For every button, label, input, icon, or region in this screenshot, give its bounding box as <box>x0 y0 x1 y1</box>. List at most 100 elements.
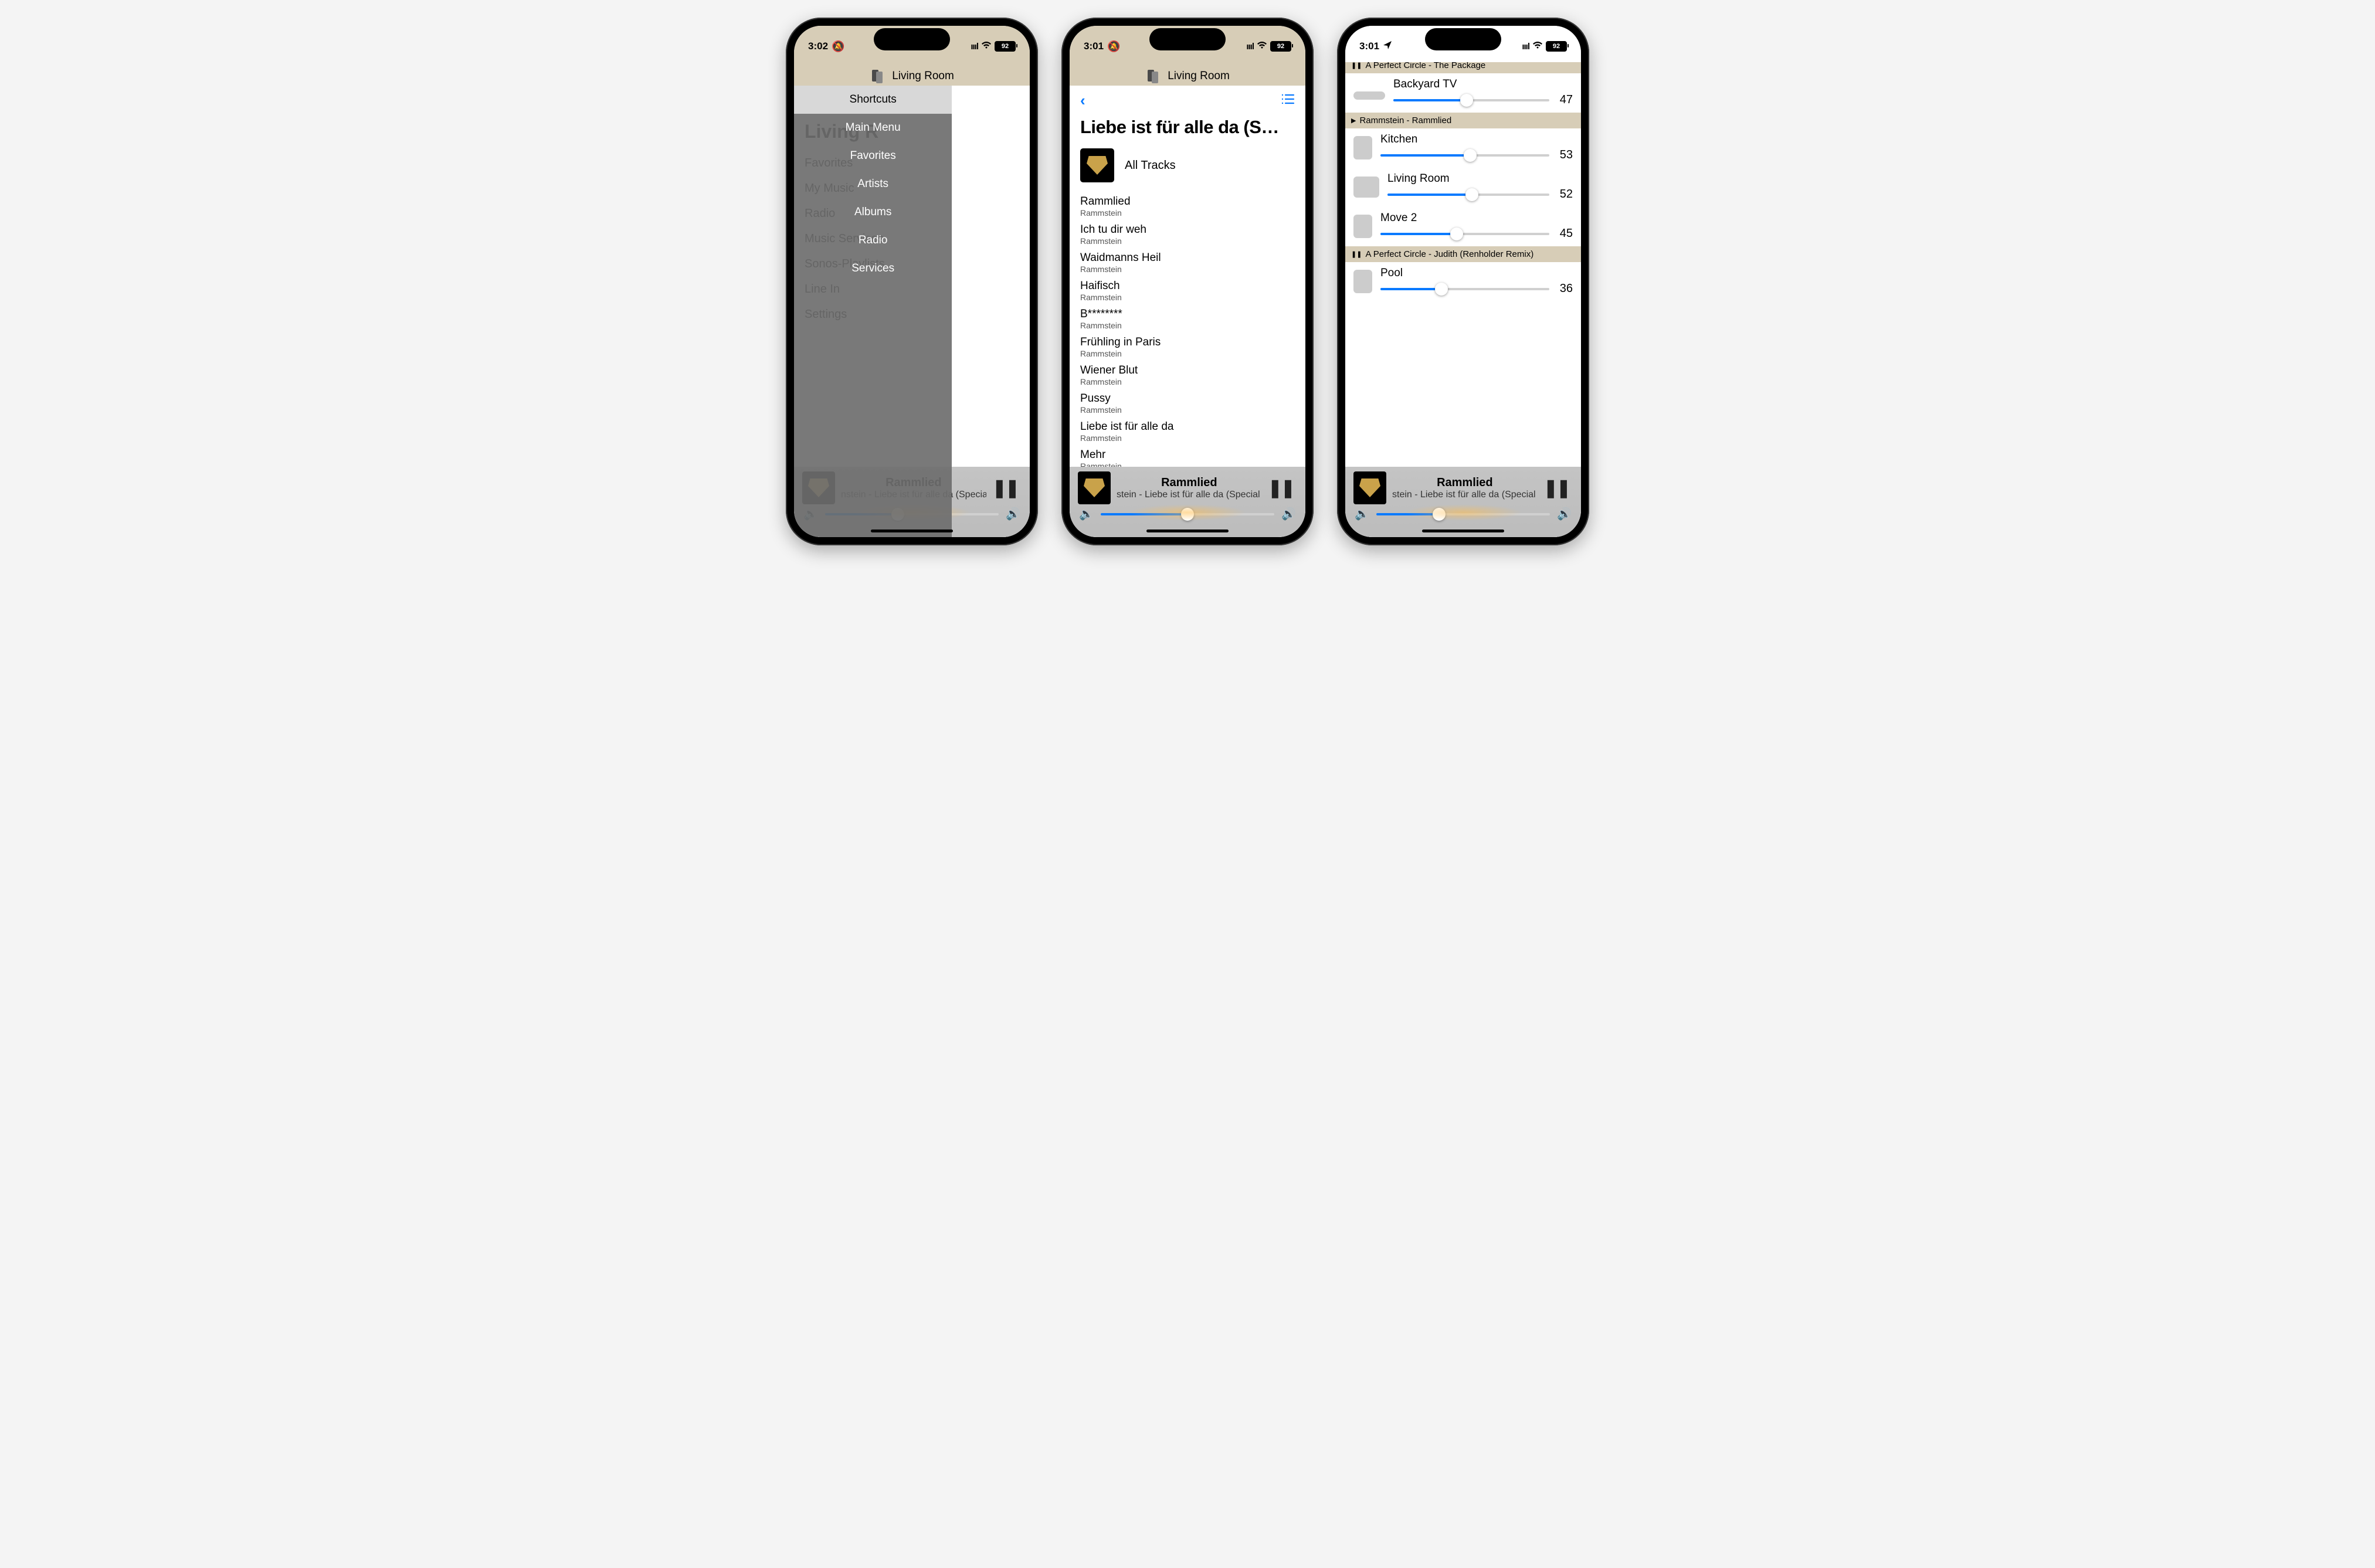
pause-button[interactable]: ❚❚ <box>992 478 1022 498</box>
phone-2: 3:01 🔕 ıııl 92 Living Room ‹ Liebe <box>1061 18 1314 545</box>
track-row[interactable]: RammliedRammstein <box>1080 192 1295 220</box>
battery-icon: 92 <box>1546 41 1567 52</box>
album-title: Liebe ist für alle da (S… <box>1070 112 1305 145</box>
shortcut-artists[interactable]: Artists <box>794 170 952 198</box>
track-artist: Rammstein <box>1080 321 1295 330</box>
cell-signal-icon: ıııl <box>1246 42 1254 52</box>
clock: 3:01 <box>1359 40 1379 52</box>
device-row: Pool36 <box>1345 262 1581 301</box>
room-name: Living Room <box>892 70 954 83</box>
track-artist: Rammstein <box>1080 433 1295 443</box>
device-volume-value: 53 <box>1556 148 1573 162</box>
phone-3: 3:01 ıııl 92 ❚❚A Perfect Circle - The Pa… <box>1337 18 1589 545</box>
speaker-group-icon <box>870 70 886 83</box>
group-title: A Perfect Circle - Judith (Renholder Rem… <box>1365 249 1533 259</box>
speaker-icon <box>1353 215 1372 238</box>
track-name: Pussy <box>1080 392 1295 405</box>
volume-low-icon: 🔈 <box>1355 507 1369 521</box>
cell-signal-icon: ıııl <box>1522 42 1529 52</box>
volume-slider[interactable] <box>1376 513 1550 515</box>
track-name: Mehr <box>1080 449 1295 461</box>
queue-icon[interactable] <box>1281 93 1295 108</box>
now-playing-subtitle: stein - Liebe ist für alle da (Special E… <box>1392 490 1538 500</box>
shortcut-services[interactable]: Services <box>794 254 952 283</box>
track-row[interactable]: Liebe ist für alle daRammstein <box>1080 417 1295 445</box>
device-name: Kitchen <box>1380 133 1573 146</box>
speaker-group-icon <box>1145 70 1162 83</box>
device-name: Backyard TV <box>1393 78 1573 91</box>
device-volume-slider[interactable] <box>1387 194 1549 196</box>
device-volume-slider[interactable] <box>1380 233 1549 235</box>
volume-high-icon: 🔊 <box>1006 507 1020 521</box>
track-artist: Rammstein <box>1080 293 1295 302</box>
device-volume-slider[interactable] <box>1380 288 1549 290</box>
track-name: Rammlied <box>1080 195 1295 208</box>
device-row: Kitchen 53 <box>1345 128 1581 168</box>
track-row[interactable]: PussyRammstein <box>1080 389 1295 417</box>
track-row[interactable]: B********Rammstein <box>1080 304 1295 332</box>
home-indicator[interactable] <box>1422 530 1504 532</box>
speaker-icon <box>1353 270 1372 293</box>
shortcut-albums[interactable]: Albums <box>794 198 952 226</box>
device-name: Living Room <box>1387 172 1573 185</box>
volume-slider[interactable] <box>1101 513 1274 515</box>
phone-1: 3:02 🔕 ıııl 92 Living Room ☰ Living R Fa… <box>786 18 1038 545</box>
track-name: Waidmanns Heil <box>1080 252 1295 264</box>
now-playing-art[interactable] <box>1078 471 1111 504</box>
shortcut-radio[interactable]: Radio <box>794 226 952 254</box>
back-button[interactable]: ‹ <box>1080 91 1085 110</box>
home-indicator[interactable] <box>1146 530 1229 532</box>
device-volume-value: 52 <box>1556 188 1573 201</box>
wifi-icon <box>1257 41 1267 52</box>
pause-button[interactable]: ❚❚ <box>1268 478 1297 498</box>
shortcut-favorites[interactable]: Favorites <box>794 142 952 170</box>
speaker-icon <box>1353 136 1372 159</box>
zones-list: ❚❚A Perfect Circle - The PackageBackyard… <box>1345 57 1581 301</box>
track-artist: Rammstein <box>1080 405 1295 415</box>
now-playing-subtitle: stein - Liebe ist für alle da (Special E… <box>1117 490 1262 500</box>
wifi-icon <box>981 41 992 52</box>
volume-high-icon: 🔊 <box>1557 507 1572 521</box>
pause-icon: ❚❚ <box>1351 62 1362 69</box>
track-list: RammliedRammsteinIch tu dir wehRammstein… <box>1070 192 1305 492</box>
now-playing-title: Rammlied <box>1392 476 1538 490</box>
silent-mode-icon: 🔕 <box>1107 40 1120 53</box>
track-artist: Rammstein <box>1080 349 1295 358</box>
track-row[interactable]: HaifischRammstein <box>1080 276 1295 304</box>
track-name: Ich tu dir weh <box>1080 223 1295 236</box>
all-tracks-row[interactable]: All Tracks <box>1070 145 1305 192</box>
now-playing-bar[interactable]: Rammlied stein - Liebe ist für alle da (… <box>1070 467 1305 537</box>
device-volume-slider[interactable] <box>1393 99 1549 101</box>
volume-high-icon: 🔊 <box>1281 507 1296 521</box>
track-row[interactable]: Ich tu dir wehRammstein <box>1080 220 1295 248</box>
play-icon: ▶ <box>1351 117 1356 124</box>
pause-icon: ❚❚ <box>1351 250 1362 258</box>
track-row[interactable]: Wiener BlutRammstein <box>1080 361 1295 389</box>
device-name: Move 2 <box>1380 212 1573 225</box>
speaker-icon <box>1353 91 1385 100</box>
now-playing-art[interactable] <box>1353 471 1386 504</box>
pause-button[interactable]: ❚❚ <box>1543 478 1573 498</box>
track-name: Liebe ist für alle da <box>1080 420 1295 433</box>
dynamic-island <box>1425 28 1501 50</box>
clock: 3:01 <box>1084 40 1104 52</box>
track-row[interactable]: Frühling in ParisRammstein <box>1080 332 1295 361</box>
room-name: Living Room <box>1168 70 1230 83</box>
group-header[interactable]: ❚❚A Perfect Circle - Judith (Renholder R… <box>1345 246 1581 262</box>
track-row[interactable]: Waidmanns HeilRammstein <box>1080 248 1295 276</box>
album-art <box>1080 148 1114 182</box>
group-header[interactable]: ▶Rammstein - Rammlied <box>1345 113 1581 128</box>
clock: 3:02 <box>808 40 828 52</box>
now-playing-title: Rammlied <box>1117 476 1262 490</box>
device-row: Living Room 52 <box>1345 168 1581 207</box>
now-playing-bar[interactable]: Rammlied stein - Liebe ist für alle da (… <box>1345 467 1581 537</box>
volume-low-icon: 🔈 <box>1079 507 1094 521</box>
home-indicator[interactable] <box>871 530 953 532</box>
group-title: Rammstein - Rammlied <box>1359 116 1451 125</box>
device-volume-slider[interactable] <box>1380 154 1549 157</box>
track-name: B******** <box>1080 308 1295 321</box>
silent-mode-icon: 🔕 <box>832 40 844 53</box>
device-row: Move 245 <box>1345 207 1581 246</box>
shortcut-main-menu[interactable]: Main Menu <box>794 114 952 142</box>
battery-icon: 92 <box>1270 41 1291 52</box>
